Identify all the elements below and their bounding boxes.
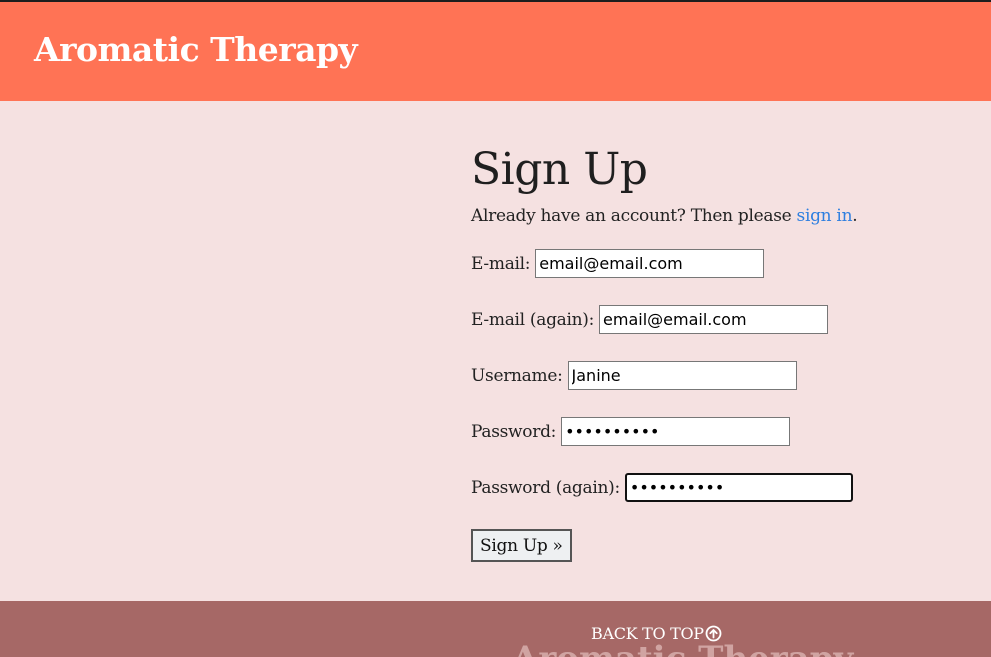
password-again-label: Password (again): (471, 477, 620, 498)
sign-in-link[interactable]: sign in (797, 206, 853, 226)
password-again-field[interactable] (624, 473, 853, 502)
username-field[interactable] (567, 361, 797, 390)
site-header: Aromatic Therapy (0, 2, 991, 101)
password-field[interactable] (561, 417, 791, 446)
footer-brand: Aromatic Therapy (512, 639, 853, 657)
signup-section: Sign Up Already have an account? Then pl… (471, 140, 971, 562)
signin-prompt-text: Already have an account? Then please (471, 206, 797, 226)
email-field[interactable] (535, 249, 765, 278)
brand-logo-link[interactable]: Aromatic Therapy (34, 30, 358, 69)
password-label: Password: (471, 421, 557, 442)
page-title: Sign Up (471, 144, 648, 195)
email-again-label: E-mail (again): (471, 309, 595, 330)
sign-up-button[interactable]: Sign Up » (471, 529, 572, 562)
email-again-field[interactable] (599, 305, 829, 334)
email-label: E-mail: (471, 253, 531, 274)
username-row: Username: (471, 361, 797, 390)
site-footer: BACK TO TOP Aromatic Therapy (0, 601, 991, 657)
password-again-row: Password (again): (471, 473, 853, 502)
email-again-row: E-mail (again): (471, 305, 829, 334)
username-label: Username: (471, 365, 563, 386)
signin-prompt-suffix: . (852, 206, 858, 226)
signin-prompt: Already have an account? Then please sig… (471, 206, 971, 230)
password-row: Password: (471, 417, 791, 446)
email-row: E-mail: (471, 249, 765, 278)
